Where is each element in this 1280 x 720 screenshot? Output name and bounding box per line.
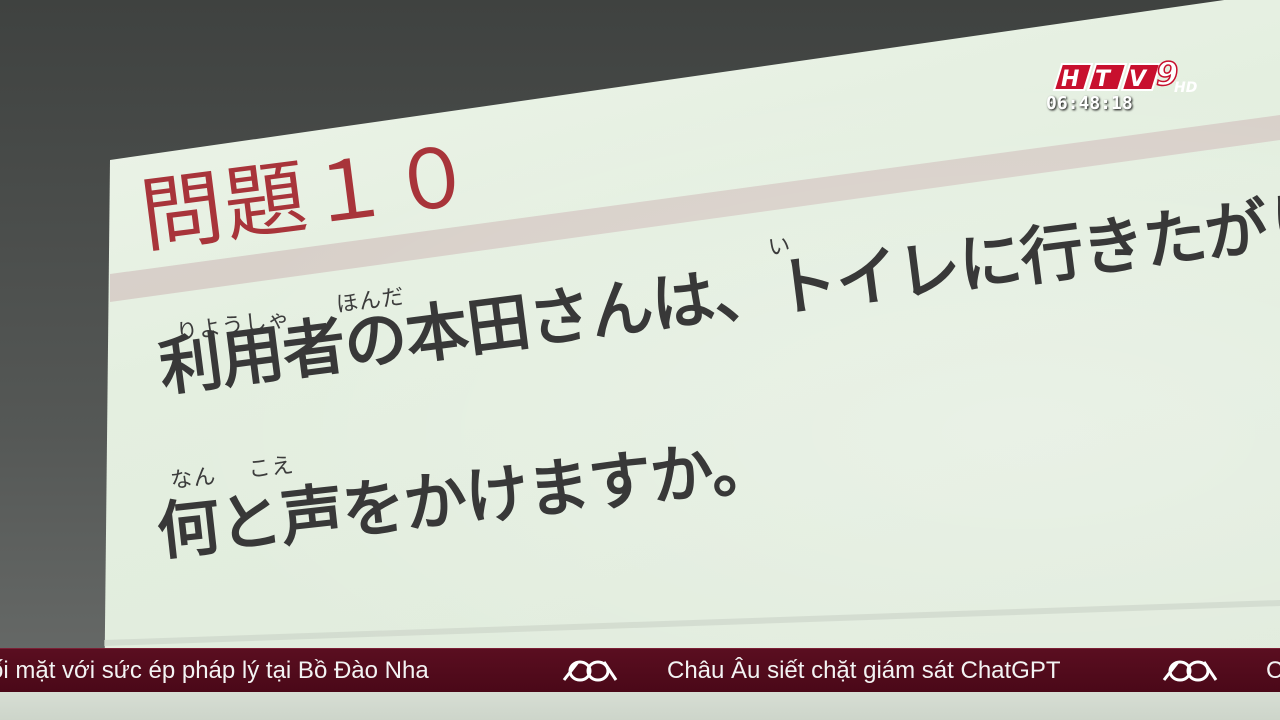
broadcast-clock: 06:48:18	[1046, 93, 1133, 114]
svg-text:V: V	[1129, 67, 1148, 92]
slide-lower-strip	[0, 692, 1280, 720]
ticker-headline: C	[1266, 657, 1280, 685]
logo-hd: HD	[1174, 80, 1197, 96]
ticker-headline: Châu Âu siết chặt giám sát ChatGPT	[667, 657, 1061, 684]
news-ticker: ối mặt với sức ép pháp lý tại Bồ Đào Nha…	[0, 648, 1280, 693]
htv-letters-icon: H T V 9 HD	[1052, 60, 1197, 96]
channel-logo: H T V 9 HD	[1052, 60, 1197, 96]
ticker-headline: ối mặt với sức ép pháp lý tại Bồ Đào Nha	[0, 657, 429, 684]
logo-h: H	[1061, 67, 1079, 92]
htv-logo-icon	[1162, 660, 1218, 682]
logo-letters: H	[1061, 67, 1079, 92]
svg-text:T: T	[1095, 67, 1112, 92]
htv-logo-icon	[562, 660, 618, 682]
